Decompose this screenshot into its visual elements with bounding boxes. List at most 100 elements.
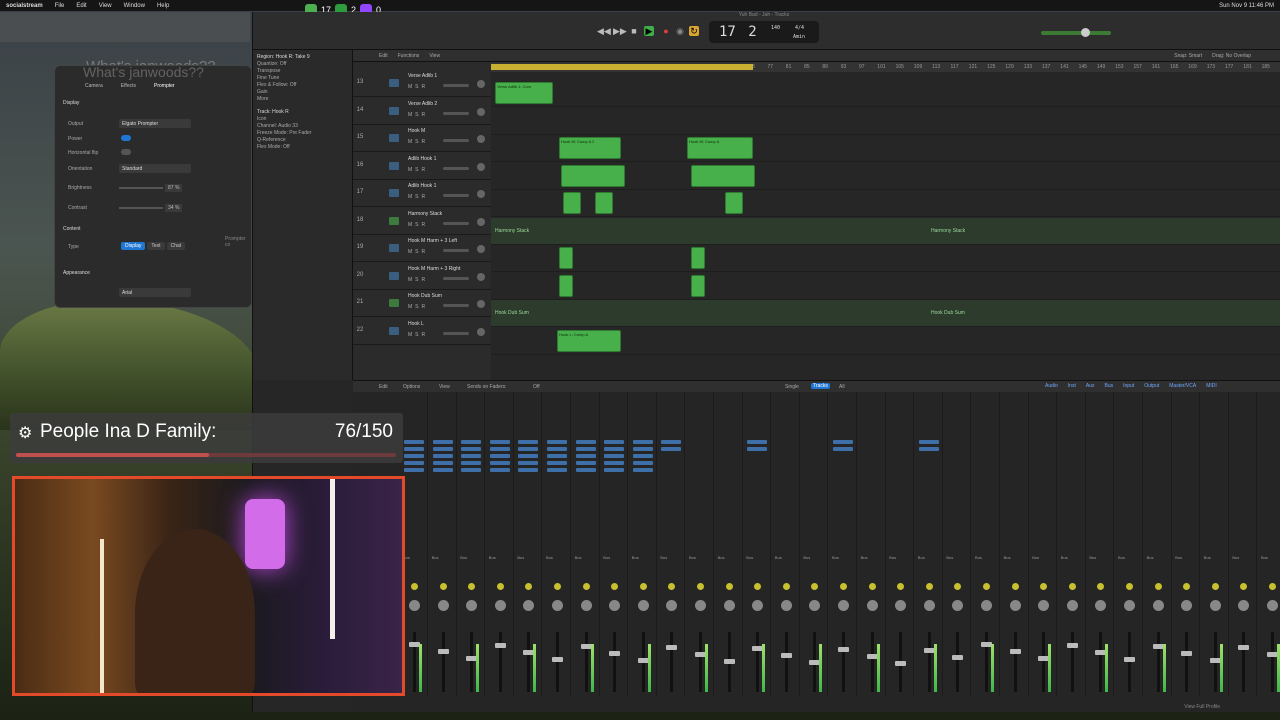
pan-knob[interactable] [923,600,935,611]
insert-slot[interactable] [489,461,510,465]
fader-cap[interactable] [838,647,849,652]
insert-slot[interactable] [632,468,653,472]
auto-icon[interactable] [1126,583,1133,590]
insert-slot[interactable] [632,440,653,444]
menu-file[interactable]: File [55,3,65,9]
mute-solo-record[interactable]: MSR [408,139,428,145]
track-pan-knob[interactable] [477,245,485,253]
pan-knob[interactable] [609,600,621,611]
auto-icon[interactable] [840,583,847,590]
channel-strip[interactable]: Bus [1202,392,1229,697]
volume-fader[interactable] [699,632,702,692]
pan-knob[interactable] [1009,600,1021,611]
power-toggle[interactable] [121,135,131,141]
volume-fader[interactable] [556,632,559,692]
insert-slot[interactable] [404,461,424,465]
track-header[interactable]: 20 Hook M Harm + 3 Right MSR [353,263,491,290]
insert-slot[interactable] [518,447,539,451]
auto-icon[interactable] [782,583,790,590]
channel-strip[interactable]: Bus [630,392,657,697]
insert-slot[interactable] [747,447,768,451]
arrange-area[interactable]: Verse Adlib 1: Com Hook M: Comp A 2 Hook M… [491,72,1280,380]
fader-cap[interactable] [952,655,964,660]
insert-slot[interactable] [918,440,939,444]
channel-strip[interactable]: Bus [887,392,915,697]
stop-icon[interactable]: ■ [629,26,639,36]
volume-fader[interactable] [1013,632,1017,692]
volume-fader[interactable] [1185,632,1189,692]
channel-strip[interactable]: Bus [1230,392,1258,697]
mixer-edit-menu[interactable]: Edit [379,384,388,390]
auto-icon[interactable] [668,583,676,590]
track-header[interactable]: 18 Harmony Stack MSR [353,208,491,235]
volume-fader[interactable] [670,632,674,692]
insert-slot[interactable] [632,461,653,465]
volume-fader[interactable] [441,632,445,692]
insert-slot[interactable] [489,454,510,458]
forward-icon[interactable]: ▶▶ [613,26,627,36]
track-name[interactable]: Harmony Stack [408,211,442,217]
pan-knob[interactable] [895,600,907,611]
volume-fader[interactable] [1156,632,1160,692]
channel-strip[interactable]: Bus [430,392,457,697]
pan-knob[interactable] [494,600,506,611]
track-pan-knob[interactable] [477,217,485,226]
auto-icon[interactable] [897,583,905,590]
track-name[interactable]: Hook M Harm + 3 Right [408,266,460,272]
master-volume-knob[interactable] [1081,28,1090,37]
auto-icon[interactable] [554,583,561,590]
volume-fader[interactable] [1271,632,1274,692]
channel-strip[interactable]: Bus [1059,392,1086,697]
menubar-clock[interactable]: Sun Nov 9 11:46 PM [1219,3,1274,9]
auto-icon[interactable] [1068,583,1076,590]
channel-strip[interactable]: Bus [515,392,543,697]
mute-solo-record[interactable]: MSR [408,222,428,228]
filter-aux[interactable]: Aux [1086,383,1095,389]
type-chat[interactable]: Chat [166,242,186,250]
track-pan-knob[interactable] [477,300,485,308]
pan-knob[interactable] [723,600,735,611]
drag-menu[interactable]: Drag: No Overlap [1212,53,1251,59]
track-name[interactable]: Hook M Harm + 3 Left [408,238,457,244]
filter-audio[interactable]: Audio [1045,383,1058,389]
track-header[interactable]: 19 Hook M Harm + 3 Left MSR [353,235,491,262]
track-header[interactable]: 16 Adlib Hook 1 MSR [353,153,491,180]
auto-icon[interactable] [811,583,819,590]
auto-icon[interactable] [1011,583,1019,590]
menu-view[interactable]: View [99,3,112,9]
track-lane[interactable] [491,300,1280,327]
insert-slot[interactable] [918,447,939,451]
insert-slot[interactable] [604,461,625,465]
volume-fader[interactable] [842,632,845,692]
track-name[interactable]: Hook M [408,128,425,134]
mute-solo-record[interactable]: MSR [408,277,428,283]
volume-fader[interactable] [956,632,960,692]
mixer-options-menu[interactable]: Options [403,384,420,390]
auto-icon[interactable] [868,583,876,590]
volume-fader[interactable] [1242,632,1246,692]
record-icon[interactable]: ● [661,26,671,36]
volume-fader[interactable] [613,632,617,692]
insert-slot[interactable] [461,468,482,472]
mute-solo-record[interactable]: MSR [408,194,428,200]
pan-knob[interactable] [866,600,878,611]
channel-strip[interactable]: Bus [1259,392,1280,697]
app-menu[interactable]: socialstream [6,3,43,9]
auto-icon[interactable] [468,583,476,590]
insert-slot[interactable] [461,461,482,465]
output-select[interactable]: Elgato Prompter [119,119,191,128]
channel-strip[interactable]: Bus [458,392,486,697]
channel-strip[interactable]: Bus [687,392,714,697]
track-volume-slider[interactable] [443,331,469,335]
volume-fader[interactable] [870,632,874,692]
menu-help[interactable]: Help [157,3,169,9]
track-header[interactable]: 15 Hook M MSR [353,125,491,152]
insert-slot[interactable] [604,440,625,444]
channel-strip[interactable]: Bus [944,392,972,697]
contrast-value[interactable]: 34 % [165,204,183,212]
pan-knob[interactable] [1038,600,1050,611]
insert-slot[interactable] [661,440,682,444]
track-name[interactable]: Adlib Hook 1 [408,183,436,189]
pan-knob[interactable] [637,600,649,611]
fader-cap[interactable] [723,659,735,664]
